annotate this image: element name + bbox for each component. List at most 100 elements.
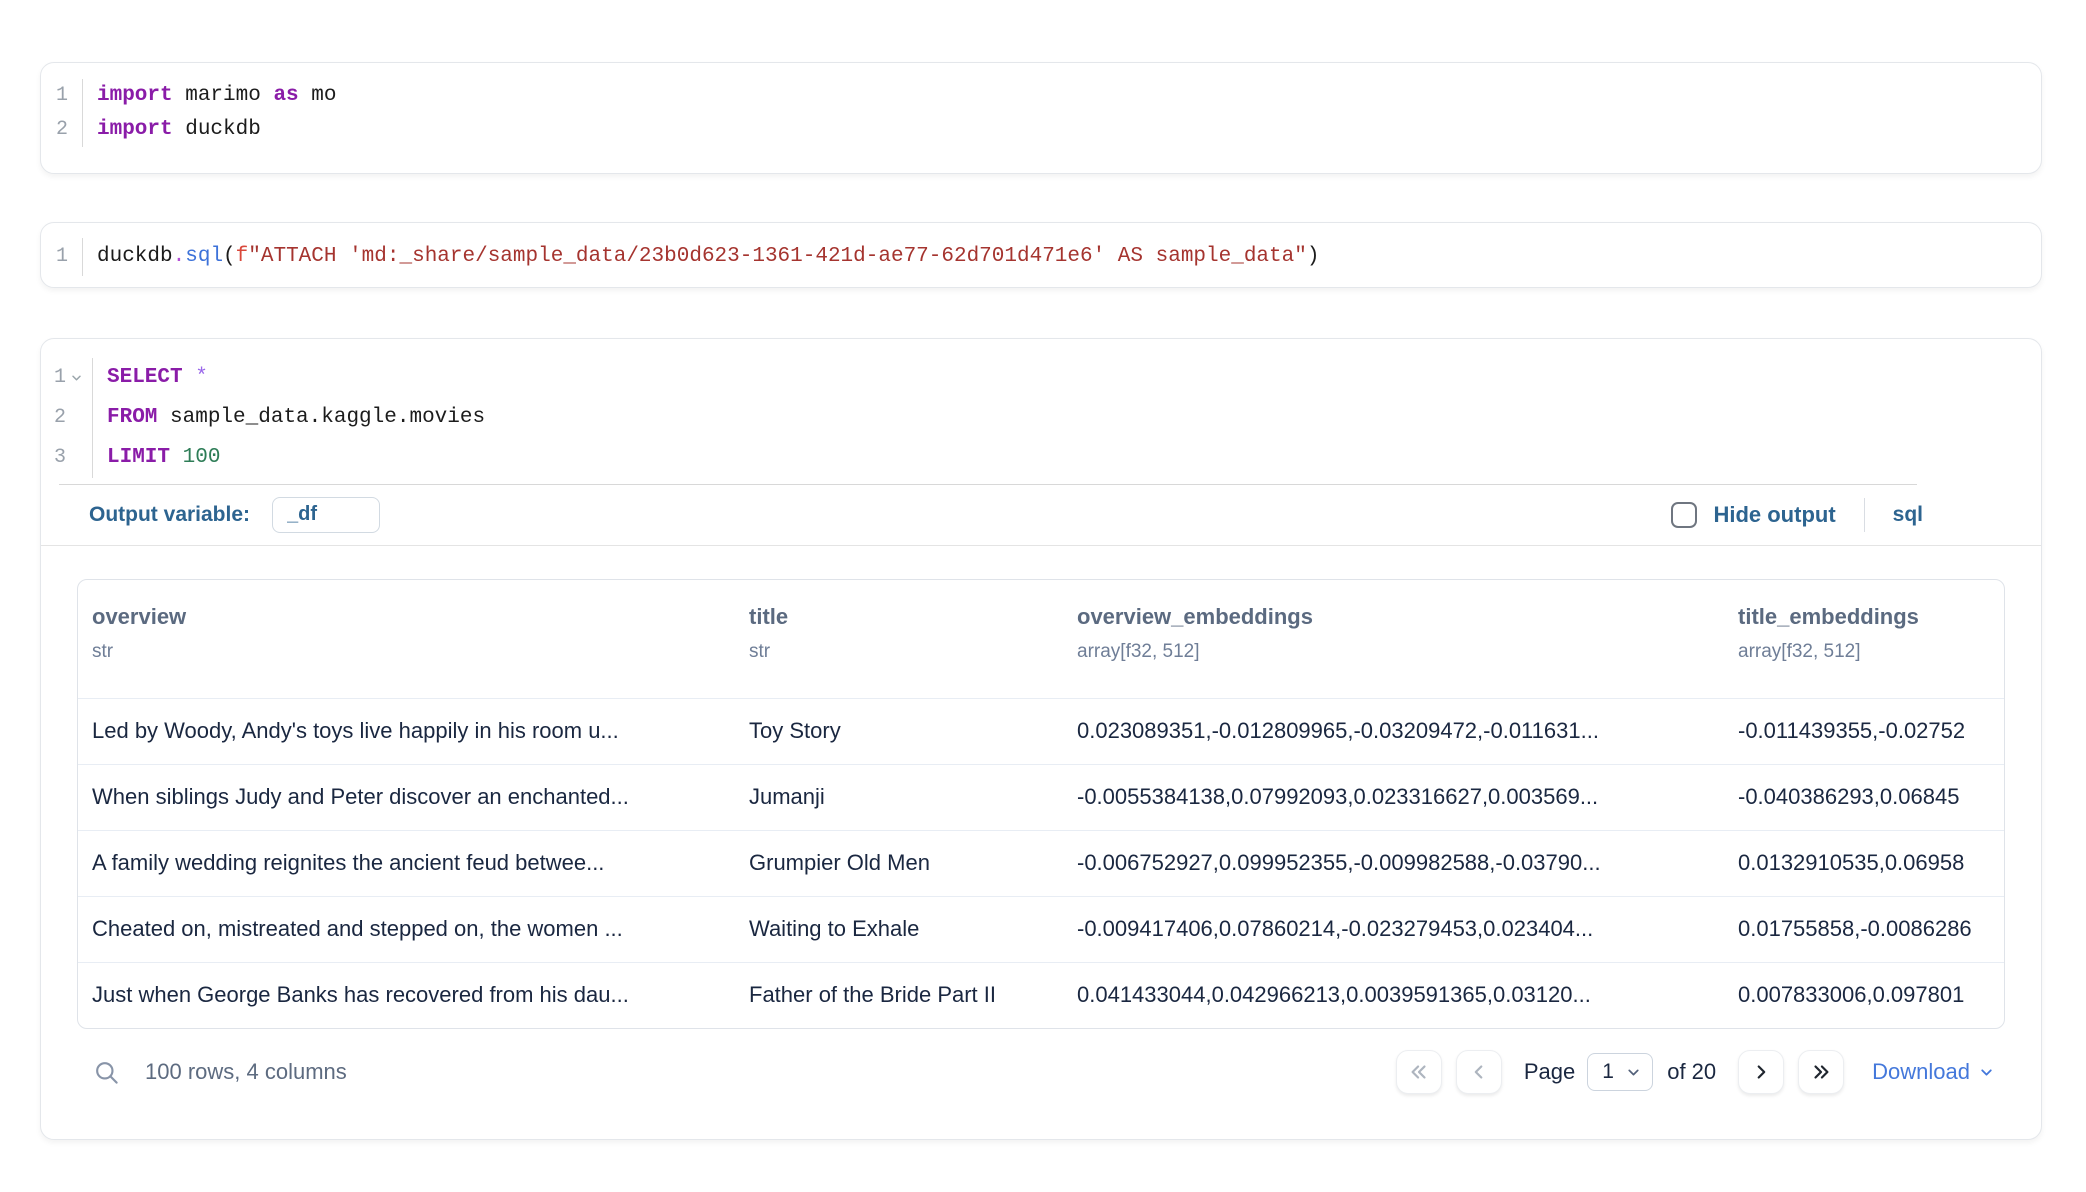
fold-spacer xyxy=(69,451,84,465)
code-token: LIMIT xyxy=(107,446,170,469)
code-token xyxy=(183,366,196,389)
table-cell: Just when George Banks has recovered fro… xyxy=(78,963,735,1028)
code-token: sample_data.kaggle.movies xyxy=(157,406,485,429)
line-gutter: 3 xyxy=(41,438,93,478)
column-type: str xyxy=(92,641,735,663)
table-cell: Toy Story xyxy=(735,699,1063,764)
code-line: 3 LIMIT 100 xyxy=(41,438,2041,478)
hide-output-checkbox[interactable] xyxy=(1671,502,1697,528)
code-token: SELECT xyxy=(107,366,183,389)
page-total-label: of 20 xyxy=(1667,1059,1716,1085)
first-page-button[interactable] xyxy=(1396,1050,1442,1094)
table-row: Just when George Banks has recovered fro… xyxy=(78,962,2004,1028)
table-cell: 0.01755858,-0.0086286 xyxy=(1724,897,2004,962)
output-variable-input[interactable] xyxy=(272,497,380,533)
table-cell: Grumpier Old Men xyxy=(735,831,1063,896)
next-page-button[interactable] xyxy=(1738,1050,1784,1094)
table-cell: -0.040386293,0.06845 xyxy=(1724,765,2004,830)
table-row: A family wedding reignites the ancient f… xyxy=(78,830,2004,896)
code-token: sql xyxy=(185,245,223,268)
code-text: import marimo as mo xyxy=(97,79,336,113)
page-select[interactable]: 1 xyxy=(1587,1053,1653,1091)
line-number: 3 xyxy=(54,438,66,478)
code-line: 2 import duckdb xyxy=(41,113,2041,147)
table-header: overview strtitlestr overview_embeddingsar… xyxy=(78,580,2004,698)
code-token: . xyxy=(173,245,186,268)
toolbar-right-group: Hide output sql xyxy=(1671,498,1923,532)
line-number: 1 xyxy=(56,79,68,113)
double-chevron-left-icon xyxy=(1408,1061,1430,1083)
column-header-overview_embeddings[interactable]: overview_embeddings array[f32, 512] xyxy=(1063,604,1724,698)
code-editor[interactable]: 1 import marimo as mo 2 import duckdb xyxy=(41,63,2041,147)
code-editor[interactable]: 1SELECT *2FROM sample_data.kaggle.movies… xyxy=(41,339,2041,478)
code-token: f xyxy=(236,245,249,268)
column-header-title_embeddings[interactable]: title_embeddingsarray[f32, 512] xyxy=(1724,604,2004,698)
table-cell: 0.041433044,0.042966213,0.0039591365,0.0… xyxy=(1063,963,1724,1028)
line-number: 2 xyxy=(56,113,68,147)
table-cell: Jumanji xyxy=(735,765,1063,830)
code-token: mo xyxy=(299,84,337,107)
table-cell: Cheated on, mistreated and stepped on, t… xyxy=(78,897,735,962)
column-header-title[interactable]: titlestr xyxy=(735,604,1063,698)
code-token: 100 xyxy=(183,446,221,469)
column-name: overview xyxy=(92,604,735,630)
search-icon xyxy=(93,1059,120,1086)
code-cell-imports: 1 import marimo as mo 2 import duckdb xyxy=(40,62,2042,174)
code-line: 1SELECT * xyxy=(41,358,2041,398)
table-cell: A family wedding reignites the ancient f… xyxy=(78,831,735,896)
table-cell: Led by Woody, Andy's toys live happily i… xyxy=(78,699,735,764)
previous-page-button[interactable] xyxy=(1456,1050,1502,1094)
column-name: overview_embeddings xyxy=(1077,604,1724,630)
code-line: 2 FROM sample_data.kaggle.movies xyxy=(41,398,2041,438)
code-token: duckdb xyxy=(173,118,261,141)
line-gutter: 1 xyxy=(41,238,83,276)
sql-cell-toolbar: Output variable: Hide output sql xyxy=(41,484,2041,546)
hide-output-label[interactable]: Hide output xyxy=(1713,502,1835,528)
chevron-right-icon xyxy=(1750,1061,1772,1083)
code-line: 1 import marimo as mo xyxy=(41,79,2041,113)
line-number: 1 xyxy=(54,358,66,398)
column-header-overview[interactable]: overview str xyxy=(78,604,735,698)
code-token: as xyxy=(273,84,298,107)
last-page-button[interactable] xyxy=(1798,1050,1844,1094)
chevron-down-icon xyxy=(1978,1064,1995,1081)
table-body: Led by Woody, Andy's toys live happily i… xyxy=(78,698,2004,1028)
chevron-left-icon xyxy=(1468,1061,1490,1083)
fold-toggle-icon[interactable] xyxy=(69,371,84,385)
table-cell: Waiting to Exhale xyxy=(735,897,1063,962)
column-type: array[f32, 512] xyxy=(1077,641,1724,663)
sql-cell: 1SELECT *2FROM sample_data.kaggle.movies… xyxy=(40,338,2042,1140)
table-cell: -0.006752927,0.099952355,-0.009982588,-0… xyxy=(1063,831,1724,896)
code-token: FROM xyxy=(107,406,157,429)
column-type: str xyxy=(749,641,1063,663)
code-token: import xyxy=(97,84,173,107)
table-cell: When siblings Judy and Peter discover an… xyxy=(78,765,735,830)
line-gutter: 1 xyxy=(41,358,93,398)
code-token: ) xyxy=(1307,245,1320,268)
search-button[interactable] xyxy=(91,1057,121,1087)
result-table: overview strtitlestr overview_embeddingsar… xyxy=(77,579,2005,1029)
table-cell: 0.023089351,-0.012809965,-0.03209472,-0.… xyxy=(1063,699,1724,764)
page-select-value: 1 xyxy=(1602,1060,1614,1084)
code-token: import xyxy=(97,118,173,141)
code-token: "ATTACH 'md:_share/sample_data/23b0d623-… xyxy=(248,245,1307,268)
language-label[interactable]: sql xyxy=(1893,503,1923,527)
table-row: Led by Woody, Andy's toys live happily i… xyxy=(78,698,2004,764)
code-token xyxy=(170,446,183,469)
code-editor[interactable]: 1 duckdb.sql(f"ATTACH 'md:_share/sample_d… xyxy=(41,223,2041,276)
double-chevron-right-icon xyxy=(1810,1061,1832,1083)
table-row: When siblings Judy and Peter discover an… xyxy=(78,764,2004,830)
line-number: 1 xyxy=(56,238,68,276)
page-label: Page xyxy=(1524,1059,1575,1085)
table-cell: -0.0055384138,0.07992093,0.023316627,0.0… xyxy=(1063,765,1724,830)
chevron-down-icon xyxy=(1625,1064,1642,1081)
code-text: duckdb.sql(f"ATTACH 'md:_share/sample_da… xyxy=(97,238,1319,276)
table-cell: -0.009417406,0.07860214,-0.023279453,0.0… xyxy=(1063,897,1724,962)
line-number: 2 xyxy=(54,398,66,438)
code-token: marimo xyxy=(173,84,274,107)
download-button[interactable]: Download xyxy=(1872,1059,1995,1085)
table-cell: 0.007833006,0.097801 xyxy=(1724,963,2004,1028)
line-gutter: 1 xyxy=(41,79,83,113)
table-cell: 0.0132910535,0.06958 xyxy=(1724,831,2004,896)
pagination: Page 1 of 20 Download xyxy=(1396,1050,2005,1094)
